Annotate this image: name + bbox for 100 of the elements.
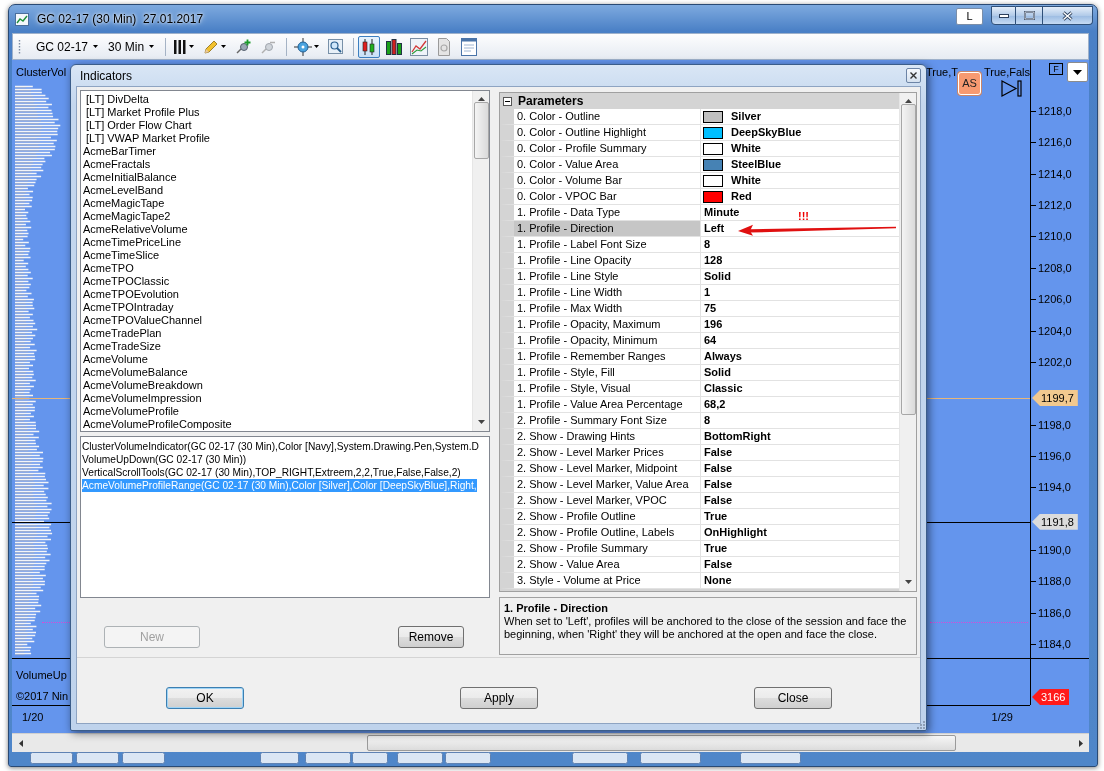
scroll-thumb[interactable] (900, 104, 916, 415)
window-icon (460, 37, 479, 56)
property-row[interactable]: 3. Style - Volume at Price None (500, 573, 899, 589)
list-item[interactable]: AcmeMagicTape2 (83, 210, 171, 223)
property-row[interactable]: 2. Show - Profile Outline True (500, 509, 899, 525)
scroll-down-arrow-icon[interactable] (477, 420, 485, 424)
property-row[interactable]: 1. Profile - Line Style Solid (500, 269, 899, 285)
collapse-icon[interactable] (503, 96, 512, 106)
price-marker: 1191,8 (1032, 513, 1078, 530)
list-item[interactable]: AcmeTimeSlice (83, 249, 159, 262)
vertical-scrollbar[interactable] (899, 93, 916, 591)
property-row[interactable]: 1. Profile - Max Width 75 (500, 301, 899, 317)
list-item[interactable]: AcmeMagicTape (83, 197, 165, 210)
scroll-right-arrow-icon[interactable] (1079, 739, 1083, 747)
list-item[interactable]: AcmeBarTimer (83, 145, 156, 158)
scroll-down-arrow-icon[interactable] (904, 580, 912, 584)
property-row[interactable]: 2. Show - Drawing Hints BottomRight (500, 429, 899, 445)
list-item[interactable]: AcmeTPOIntraday (83, 301, 174, 314)
property-row[interactable]: 1. Profile - Style, Visual Classic (500, 381, 899, 397)
price-tick-label: 1186,0 (1031, 605, 1071, 620)
scroll-thumb[interactable] (473, 102, 489, 159)
axis-f-button[interactable]: F (1049, 63, 1063, 75)
chart-app-icon (15, 12, 29, 26)
skip-to-end-icon[interactable] (1001, 80, 1023, 97)
property-row[interactable]: 1. Profile - Line Opacity 128 (500, 253, 899, 269)
property-row[interactable]: 1. Profile - Opacity, Minimum 64 (500, 333, 899, 349)
candlestick-style-button[interactable] (358, 35, 381, 58)
property-row[interactable]: 1. Profile - Remember Ranges Always (500, 349, 899, 365)
property-name: 1. Profile - Opacity, Maximum (514, 317, 701, 332)
resize-grip-icon[interactable] (915, 719, 925, 729)
dialog-close-button[interactable] (906, 68, 921, 83)
property-row[interactable]: 1. Profile - Direction Left (500, 221, 899, 237)
list-item[interactable]: ClusterVolumeIndicator(GC 02-17 (30 Min),Color [Navy],System.Drawing.Pen,System.D (82, 440, 479, 453)
property-row[interactable]: 1. Profile - Style, Fill Solid (500, 365, 899, 381)
list-item[interactable]: [LT] Order Flow Chart (83, 119, 192, 132)
caret-icon (149, 45, 155, 48)
property-row[interactable]: 2. Profile - Summary Font Size 8 (500, 413, 899, 429)
property-row[interactable]: 1. Profile - Label Font Size 8 (500, 237, 899, 253)
property-row[interactable]: 0. Color - Value Area SteelBlue (500, 157, 899, 173)
dialog-button[interactable]: Close (754, 687, 832, 709)
property-row[interactable]: 2. Show - Level Marker, Value Area False (500, 477, 899, 493)
property-row[interactable]: 2. Show - Level Marker, VPOC False (500, 493, 899, 509)
property-row[interactable]: 0. Color - Outline Silver (500, 109, 899, 125)
axis-dropdown-button[interactable] (1067, 62, 1088, 82)
list-item[interactable]: VolumeUpDown(GC 02-17 (30 Min)) (82, 453, 247, 466)
scroll-up-arrow-icon[interactable] (904, 99, 912, 103)
property-value: False (704, 477, 733, 492)
symbol-dropdown[interactable]: GC 02-17 (33, 36, 102, 57)
caret-icon (189, 45, 195, 48)
chart-badge[interactable]: AS (958, 72, 981, 95)
list-item[interactable]: AcmeTimePriceLine (83, 236, 181, 249)
minimize-button[interactable] (991, 6, 1016, 25)
interval-dropdown[interactable]: 30 Min (105, 36, 158, 57)
property-row[interactable]: 0. Color - Volume Bar White (500, 173, 899, 189)
scroll-up-arrow-icon[interactable] (477, 97, 485, 101)
list-item[interactable]: AcmeLevelBand (83, 184, 164, 197)
list-item[interactable]: AcmeRelativeVolume (83, 223, 188, 236)
property-row[interactable]: 2. Show - Level Marker, Midpoint False (500, 461, 899, 477)
close-button[interactable] (1043, 6, 1093, 25)
property-row[interactable]: 1. Profile - Value Area Percentage 68,2 (500, 397, 899, 413)
list-item[interactable]: AcmeTradeSize (83, 340, 161, 353)
price-tick-label: 1214,0 (1031, 166, 1072, 181)
list-item[interactable]: AcmeTradePlan (83, 327, 162, 340)
property-row[interactable]: 2. Show - Profile Summary True (500, 541, 899, 557)
vertical-scrollbar[interactable] (472, 91, 489, 431)
property-row[interactable]: 0. Color - VPOC Bar Red (500, 189, 899, 205)
property-value: SteelBlue (731, 157, 782, 172)
dialog-button[interactable]: Remove (398, 626, 464, 648)
property-row[interactable]: 1. Profile - Opacity, Maximum 196 (500, 317, 899, 333)
window-extra-button[interactable]: L (956, 8, 983, 25)
list-item[interactable]: [LT] Market Profile Plus (83, 106, 200, 119)
property-row[interactable]: 0. Color - Profile Summary White (500, 141, 899, 157)
property-row[interactable]: 0. Color - Outline Highlight DeepSkyBlue (500, 125, 899, 141)
list-item[interactable]: AcmeVolumeImpression (83, 392, 202, 405)
list-item[interactable]: [LT] VWAP Market Profile (83, 132, 210, 145)
line-style-button[interactable] (408, 35, 431, 58)
list-item[interactable]: AcmeTPOEvolution (83, 288, 179, 301)
property-row[interactable]: 2. Show - Profile Outline, Labels OnHighlight (500, 525, 899, 541)
list-item[interactable]: AcmeFractals (83, 158, 151, 171)
list-item[interactable]: AcmeInitialBalance (83, 171, 177, 184)
list-item[interactable]: AcmeVolumeBreakdown (83, 379, 203, 392)
scroll-left-arrow-icon[interactable] (19, 739, 23, 747)
list-item[interactable]: AcmeVolume (83, 353, 148, 366)
property-row[interactable]: 2. Show - Value Area False (500, 557, 899, 573)
list-item[interactable]: AcmeVolumeBalance (83, 366, 188, 379)
dialog-button[interactable]: Apply (460, 687, 538, 709)
maximize-button[interactable] (1016, 6, 1043, 25)
property-value: 68,2 (704, 397, 726, 412)
list-item[interactable]: [LT] DivDelta (83, 93, 149, 106)
dialog-button[interactable]: OK (166, 687, 244, 709)
list-item[interactable]: AcmeVolumeProfileComposite (83, 418, 232, 431)
list-item[interactable]: AcmeTPO (83, 262, 134, 275)
scroll-thumb[interactable] (367, 735, 956, 751)
property-row[interactable]: 2. Show - Level Marker Prices False (500, 445, 899, 461)
list-item[interactable]: AcmeTPOClassic (83, 275, 170, 288)
list-item[interactable]: AcmeTPOValueChannel (83, 314, 203, 327)
list-item[interactable]: VerticalScrollTools(GC 02-17 (30 Min),TOP_RIGHT,Extreem,2,2,True,False,False,2) (82, 466, 461, 479)
horizontal-scrollbar[interactable] (12, 733, 1089, 752)
property-row[interactable]: 1. Profile - Line Width 1 (500, 285, 899, 301)
list-item[interactable]: AcmeVolumeProfile (83, 405, 179, 418)
